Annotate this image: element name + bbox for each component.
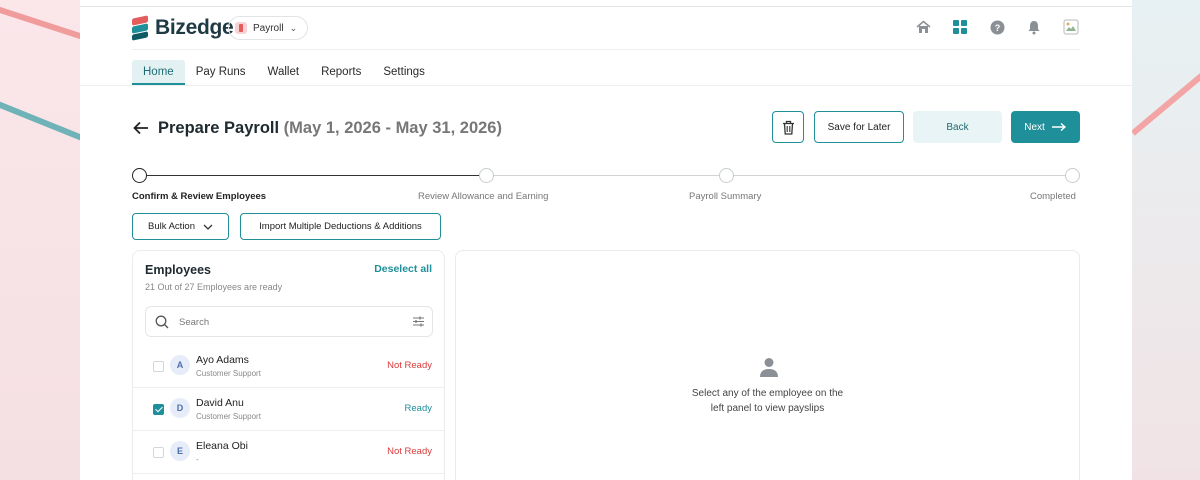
employee-department: Customer Support	[196, 369, 261, 378]
background-left	[0, 0, 80, 480]
app-window: Bizedge Payroll ⌄ ? Home Pay Runs Wallet…	[80, 0, 1132, 480]
employee-avatar: A	[170, 355, 190, 375]
payslip-panel: Select any of the employee on the left p…	[455, 250, 1080, 480]
employee-status: Not Ready	[387, 446, 432, 457]
step-marker	[479, 168, 494, 183]
tab-reports[interactable]: Reports	[310, 60, 372, 85]
employee-search	[145, 306, 433, 337]
payslip-empty-message: Select any of the employee on the left p…	[691, 388, 844, 414]
help-icon[interactable]: ?	[988, 18, 1006, 36]
employee-checkbox[interactable]	[153, 361, 164, 372]
employee-row[interactable]: D David Anu Customer Support Ready	[133, 388, 444, 431]
product-label: Payroll	[253, 22, 284, 34]
product-switcher[interactable]: Payroll ⌄	[228, 16, 309, 40]
employee-list: A Ayo Adams Customer Support Not Ready D…	[133, 345, 444, 474]
main-nav: Home Pay Runs Wallet Reports Settings	[132, 60, 436, 85]
step-marker	[132, 168, 147, 183]
next-label: Next	[1024, 121, 1045, 133]
employee-row[interactable]: E Eleana Obi - Not Ready	[133, 431, 444, 474]
tab-wallet[interactable]: Wallet	[257, 60, 311, 85]
employee-avatar: D	[170, 398, 190, 418]
employee-avatar: E	[170, 441, 190, 461]
employee-row[interactable]: A Ayo Adams Customer Support Not Ready	[133, 345, 444, 388]
person-icon	[760, 358, 778, 377]
employees-panel: Employees Deselect all 21 Out of 27 Empl…	[132, 250, 445, 480]
header-icons: ?	[914, 18, 1080, 36]
back-arrow-icon[interactable]	[132, 119, 150, 137]
app-header: Bizedge Payroll ⌄ ?	[132, 14, 1080, 42]
step-marker	[719, 168, 734, 183]
chevron-down-icon: ⌄	[289, 22, 298, 33]
pay-period: (May 1, 2026 - May 31, 2026)	[283, 119, 502, 137]
brand-logo[interactable]: Bizedge	[132, 15, 234, 41]
step-marker	[1065, 168, 1080, 183]
back-button[interactable]: Back	[913, 111, 1002, 143]
filter-sliders-icon[interactable]	[412, 315, 425, 328]
tab-settings[interactable]: Settings	[372, 60, 436, 85]
step-label-completed: Completed	[1030, 191, 1076, 202]
chevron-down-icon	[203, 224, 213, 230]
step-label-summary: Payroll Summary	[689, 191, 762, 202]
employee-status: Ready	[404, 403, 432, 414]
employee-checkbox[interactable]	[153, 404, 164, 415]
brand-name: Bizedge	[155, 16, 234, 39]
tab-home[interactable]: Home	[132, 60, 185, 85]
profile-avatar[interactable]	[1062, 18, 1080, 36]
save-for-later-button[interactable]: Save for Later	[814, 111, 904, 143]
step-label-allowance: Review Allowance and Earning	[418, 191, 549, 202]
home-icon[interactable]	[914, 18, 932, 36]
trash-icon	[782, 120, 794, 135]
background-right	[1132, 0, 1200, 480]
employee-checkbox[interactable]	[153, 447, 164, 458]
payroll-icon	[235, 22, 247, 34]
employee-name: Ayo Adams	[196, 354, 249, 366]
delete-button[interactable]	[772, 111, 804, 143]
employee-name: Eleana Obi	[196, 440, 248, 452]
bulk-action-dropdown[interactable]: Bulk Action	[132, 213, 229, 240]
arrow-right-icon	[1051, 122, 1066, 132]
employee-department: Customer Support	[196, 412, 261, 421]
employees-ready-count: 21 Out of 27 Employees are ready	[145, 282, 283, 292]
payroll-stepper: Confirm & Review Employees Review Allowa…	[132, 168, 1080, 204]
step-label-confirm: Confirm & Review Employees	[132, 191, 267, 202]
page-title-text: Prepare Payroll	[158, 119, 280, 137]
search-input[interactable]	[179, 313, 399, 331]
employees-title: Employees	[145, 263, 212, 277]
page-title: Prepare Payroll (May 1, 2026 - May 31, 2…	[158, 119, 502, 138]
apps-grid-icon[interactable]	[951, 18, 969, 36]
next-button[interactable]: Next	[1011, 111, 1080, 143]
search-icon	[155, 315, 169, 329]
employee-department: -	[196, 455, 199, 464]
import-deductions-button[interactable]: Import Multiple Deductions & Additions	[240, 213, 441, 240]
employee-name: David Anu	[196, 397, 244, 409]
bizedge-logo-icon	[132, 15, 150, 41]
employee-status: Not Ready	[387, 360, 432, 371]
tab-pay-runs[interactable]: Pay Runs	[185, 60, 257, 85]
page-header: Prepare Payroll (May 1, 2026 - May 31, 2…	[132, 111, 1080, 146]
svg-text:?: ?	[994, 23, 1000, 33]
deselect-all-link[interactable]: Deselect all	[374, 263, 432, 275]
bell-icon[interactable]	[1025, 18, 1043, 36]
bulk-action-label: Bulk Action	[148, 221, 195, 232]
